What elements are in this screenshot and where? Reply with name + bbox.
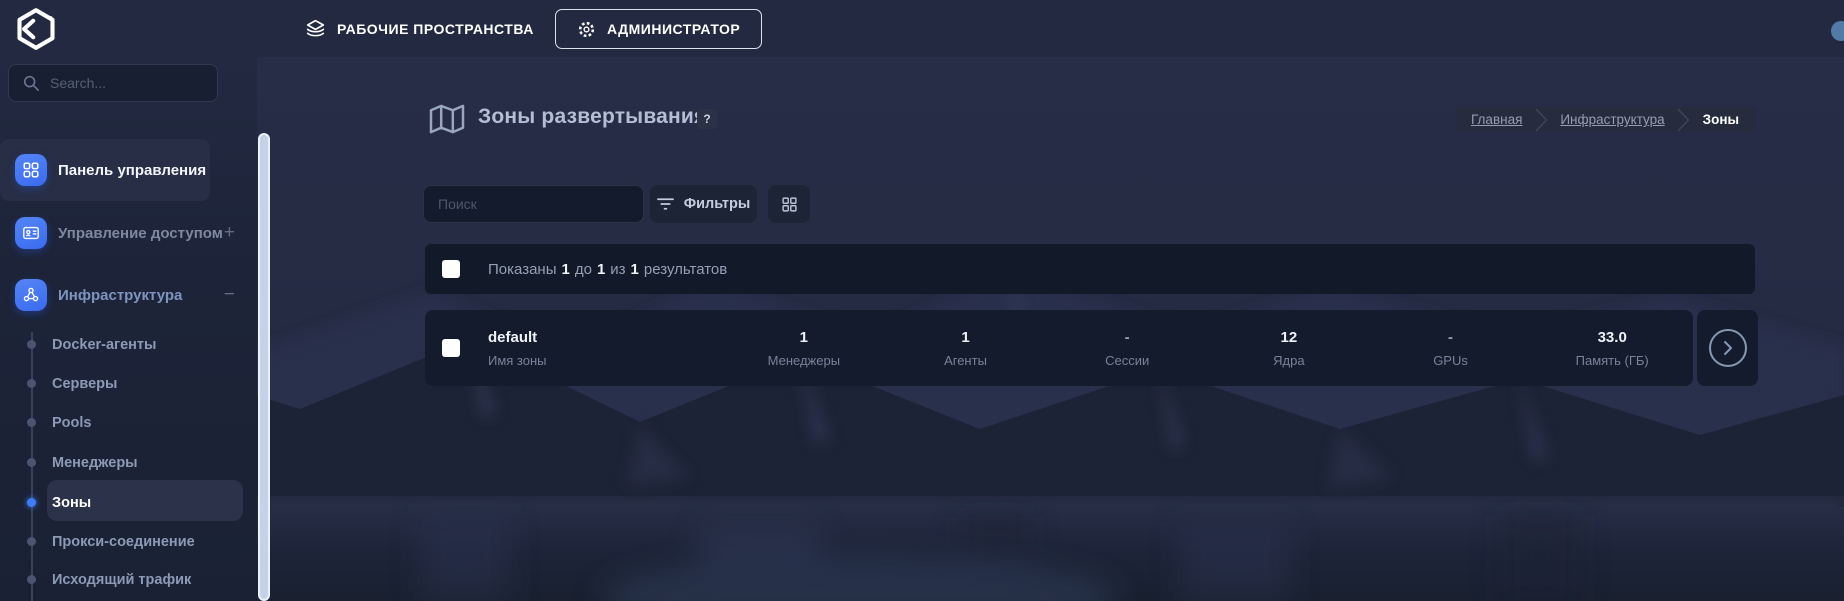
map-icon — [428, 103, 466, 135]
subitem-label: Зоны — [52, 495, 91, 511]
bullet-dot — [27, 379, 36, 388]
cell-label: Ядра — [1273, 353, 1304, 368]
cell-label: Память (ГБ) — [1576, 353, 1649, 368]
bullet-dot — [27, 458, 36, 467]
sidebar-subitem-docker-agents[interactable]: Docker-агенты — [0, 325, 257, 364]
sidebar-scrollbar[interactable] — [258, 133, 270, 601]
sidebar-item-label: Управление доступом — [58, 225, 223, 242]
cell-label: Агенты — [944, 353, 987, 368]
chevron-separator-icon — [1677, 108, 1690, 132]
filter-icon — [657, 197, 674, 211]
summary-word: до — [575, 261, 592, 278]
bullet-dot — [27, 498, 36, 507]
sidebar-subitem-zones[interactable]: Зоны — [0, 483, 257, 522]
administrator-button[interactable]: АДМИНИСТРАТОР — [555, 9, 762, 49]
subitem-label: Исходящий трафик — [52, 572, 191, 588]
network-nodes-icon — [15, 279, 47, 311]
search-icon — [22, 74, 40, 92]
sidebar-subitem-pools[interactable]: Pools — [0, 403, 257, 442]
sidebar-item-label: Панель управления — [58, 162, 206, 179]
cell-value: - — [1125, 329, 1130, 346]
sidebar-item-label: Инфраструктура — [58, 287, 182, 304]
bullet-dot — [27, 418, 36, 427]
expand-plus-icon[interactable]: + — [224, 222, 235, 244]
cell-value: 12 — [1281, 329, 1298, 346]
cell-label: Менеджеры — [768, 353, 840, 368]
summary-word: из — [610, 261, 625, 278]
id-card-icon — [15, 217, 47, 249]
gear-icon — [577, 20, 596, 39]
sidebar: Панель управления Управление доступом + … — [0, 57, 257, 601]
subitem-label: Серверы — [52, 376, 117, 392]
breadcrumb: Главная Инфраструктура Зоны — [1455, 107, 1755, 132]
sidebar-subitem-managers[interactable]: Менеджеры — [0, 443, 257, 482]
filters-label: Фильтры — [684, 196, 750, 212]
table-search-input[interactable] — [423, 185, 644, 223]
cell-value: 1 — [800, 329, 808, 346]
cell-value: - — [1448, 329, 1453, 346]
collapse-minus-icon[interactable]: − — [224, 284, 235, 306]
administrator-label: АДМИНИСТРАТОР — [607, 21, 740, 37]
cell-value: 1 — [961, 329, 969, 346]
cell-value: 33.0 — [1598, 329, 1627, 346]
bullet-dot — [27, 340, 36, 349]
sessions-cell: - Сессии — [1046, 329, 1208, 368]
page-title: Зоны развертывания — [478, 105, 706, 129]
sidebar-item-access[interactable]: Управление доступом + — [0, 202, 257, 264]
layers-icon — [305, 18, 326, 39]
subitem-label: Менеджеры — [52, 455, 138, 471]
agents-cell: 1 Агенты — [885, 329, 1047, 368]
chevron-right-icon — [1709, 329, 1747, 367]
zone-name-label: Имя зоны — [488, 353, 723, 368]
zone-name-value: default — [488, 329, 723, 346]
summary-word: результатов — [644, 261, 727, 278]
help-badge[interactable]: ? — [697, 109, 717, 129]
sidebar-subitem-proxy[interactable]: Прокси-соединение — [0, 522, 257, 561]
row-checkbox[interactable] — [442, 339, 460, 357]
summary-word: Показаны — [488, 261, 556, 278]
filters-button[interactable]: Фильтры — [650, 185, 757, 223]
subitem-label: Прокси-соединение — [52, 534, 195, 550]
grid-view-icon — [781, 196, 798, 213]
sidebar-subitem-servers[interactable]: Серверы — [0, 364, 257, 403]
workspaces-button[interactable]: РАБОЧИЕ ПРОСТРАНСТВА — [305, 0, 534, 57]
dashboard-grid-icon — [15, 154, 47, 186]
breadcrumb-current: Зоны — [1703, 112, 1739, 127]
row-expand-button[interactable] — [1697, 310, 1758, 386]
user-avatar[interactable] — [1831, 21, 1844, 41]
sidebar-item-infrastructure[interactable]: Инфраструктура − — [0, 264, 257, 326]
results-summary-bar: Показаны 1 до 1 из 1 результатов — [425, 244, 1755, 294]
breadcrumb-infrastructure-link[interactable]: Инфраструктура — [1560, 112, 1664, 127]
workspaces-label: РАБОЧИЕ ПРОСТРАНСТВА — [337, 21, 534, 37]
cell-label: Сессии — [1105, 353, 1149, 368]
summary-to: 1 — [597, 261, 605, 278]
sidebar-item-dashboard[interactable]: Панель управления — [0, 139, 210, 201]
gpus-cell: - GPUs — [1370, 329, 1532, 368]
sidebar-subitem-egress[interactable]: Исходящий трафик — [0, 560, 257, 599]
subitem-label: Pools — [52, 415, 91, 431]
breadcrumb-home-link[interactable]: Главная — [1471, 112, 1522, 127]
select-all-checkbox[interactable] — [442, 260, 460, 278]
app-logo-icon[interactable] — [14, 7, 58, 51]
cell-label: GPUs — [1433, 353, 1468, 368]
subitem-label: Docker-агенты — [52, 337, 156, 353]
sidebar-search — [8, 64, 218, 102]
memory-cell: 33.0 Память (ГБ) — [1531, 329, 1693, 368]
bullet-dot — [27, 575, 36, 584]
grid-view-button[interactable] — [768, 185, 810, 223]
table-row[interactable]: default Имя зоны 1 Менеджеры 1 Агенты - … — [425, 310, 1693, 386]
summary-total: 1 — [631, 261, 639, 278]
chevron-separator-icon — [1535, 108, 1548, 132]
bullet-dot — [27, 537, 36, 546]
managers-cell: 1 Менеджеры — [723, 329, 885, 368]
app-window: РАБОЧИЕ ПРОСТРАНСТВА АДМИНИСТРАТОР — [0, 0, 1844, 601]
cores-cell: 12 Ядра — [1208, 329, 1370, 368]
sidebar-search-input[interactable] — [40, 75, 241, 91]
zone-name-cell: default Имя зоны — [488, 329, 723, 368]
results-summary-text: Показаны 1 до 1 из 1 результатов — [488, 261, 727, 278]
top-bar: РАБОЧИЕ ПРОСТРАНСТВА АДМИНИСТРАТОР — [0, 0, 1844, 57]
summary-from: 1 — [561, 261, 569, 278]
